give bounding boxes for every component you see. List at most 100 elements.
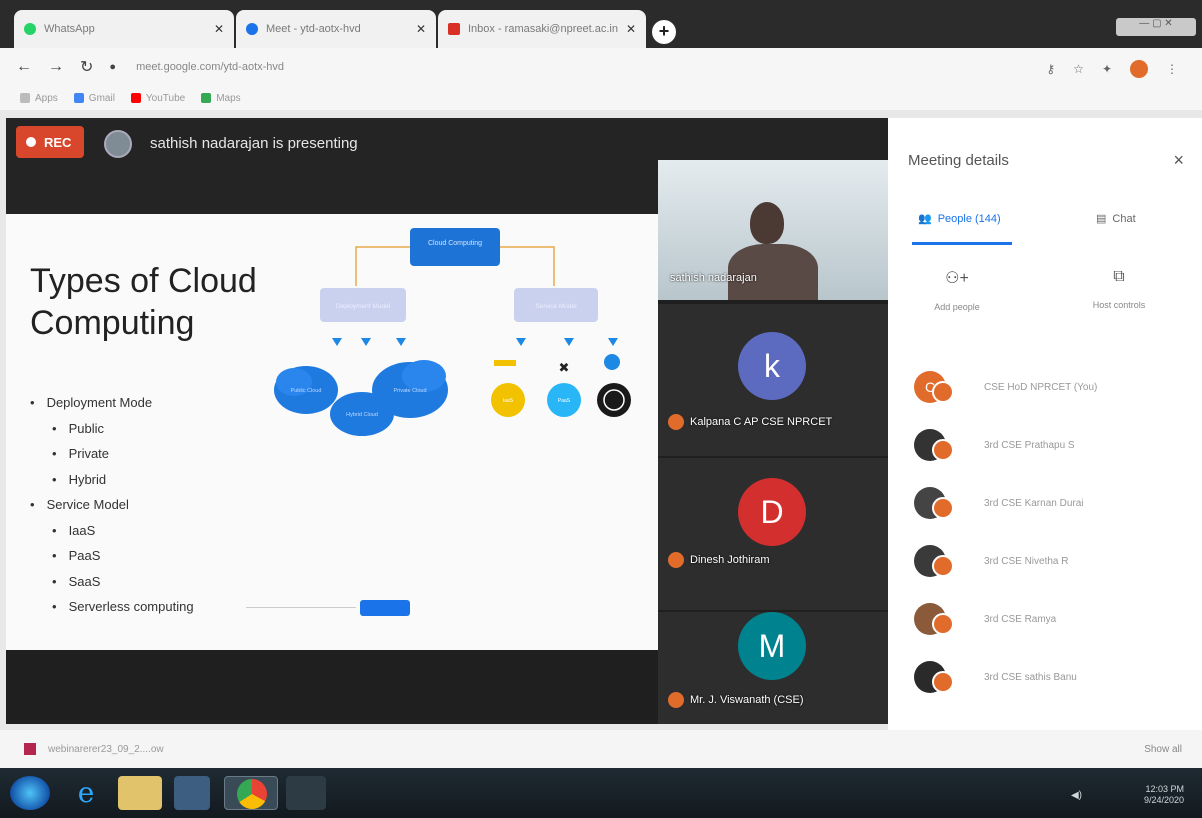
- chrome-icon[interactable]: [224, 776, 278, 810]
- participant-avatar: k: [738, 332, 806, 400]
- mic-off-icon: [932, 613, 954, 635]
- add-people-button[interactable]: ⚇+ Add people: [902, 268, 1012, 312]
- show-all-button[interactable]: Show all: [1144, 744, 1182, 755]
- tab-label: WhatsApp: [44, 23, 95, 35]
- service-label: PaaS: [558, 398, 571, 404]
- saas-icon: [597, 383, 631, 417]
- folder-icon[interactable]: [118, 776, 162, 810]
- host-controls-label: Host controls: [1092, 300, 1146, 310]
- tab-people[interactable]: 👥 People (144): [918, 212, 1001, 226]
- close-icon[interactable]: ✕: [626, 22, 636, 36]
- participant-tile[interactable]: D Dinesh Jothiram: [658, 458, 888, 610]
- service-label: Service Model: [535, 303, 577, 310]
- deployment-label: Deployment Model: [336, 303, 391, 310]
- service-label: IaaS: [503, 398, 514, 404]
- cloud-label: Public Cloud: [291, 388, 322, 394]
- slide-title: Types of Cloud Computing: [30, 262, 257, 342]
- list-item[interactable]: C CSE HoD NPRCET (You): [914, 358, 1202, 416]
- profile-avatar[interactable]: [1130, 60, 1148, 78]
- tab-whatsapp[interactable]: WhatsApp ✕: [14, 10, 234, 48]
- host-controls-button[interactable]: ⧉ Host controls: [1064, 268, 1174, 310]
- bookmark-maps[interactable]: Maps: [201, 93, 241, 104]
- mic-off-icon: [668, 692, 684, 708]
- root-node: [410, 228, 500, 266]
- key-icon[interactable]: ⚷: [1046, 62, 1055, 76]
- internet-explorer-icon[interactable]: e: [64, 776, 108, 810]
- list-item[interactable]: 3rd CSE sathis Banu: [914, 648, 1202, 706]
- panel-actions: ⚇+ Add people ⧉ Host controls: [888, 268, 1202, 338]
- slide-nav-button[interactable]: [360, 600, 410, 616]
- volume-icon[interactable]: ◀): [1071, 790, 1082, 801]
- participant-name: 3rd CSE sathis Banu: [984, 671, 1077, 683]
- bullet-item: Serverless computing: [30, 594, 194, 620]
- arrow-icon: [361, 338, 371, 346]
- tab-gmail[interactable]: Inbox - ramasaki@npreet.ac.in ✕: [438, 10, 646, 48]
- participant-tile[interactable]: M Mr. J. Viswanath (CSE): [658, 612, 888, 724]
- bullet-item: Public: [30, 416, 194, 442]
- close-icon[interactable]: ×: [1173, 150, 1184, 171]
- tab-meet[interactable]: Meet - ytd-aotx-hvd ✕: [236, 10, 436, 48]
- back-icon[interactable]: ←: [16, 58, 32, 76]
- close-icon[interactable]: ✕: [214, 22, 224, 36]
- recording-badge: REC: [16, 126, 84, 158]
- host-controls-icon: ⧉: [1113, 268, 1125, 285]
- window-controls[interactable]: — ▢ ✕: [1116, 18, 1196, 36]
- url-field[interactable]: meet.google.com/ytd-aotx-hvd: [136, 61, 284, 73]
- participant-name: CSE HoD NPRCET (You): [984, 381, 1098, 393]
- bookmark-youtube[interactable]: YouTube: [130, 93, 185, 104]
- presentation-slide: Types of Cloud Computing Deployment Mode…: [6, 214, 658, 650]
- app-icon[interactable]: [286, 776, 326, 810]
- tab-chat[interactable]: ▤ Chat: [1096, 212, 1136, 226]
- meeting-details-panel: Meeting details × 👥 People (144) ▤ Chat …: [888, 118, 1202, 730]
- google-icon: [73, 93, 84, 103]
- meet-stage: REC sathish nadarajan is presenting Type…: [6, 118, 888, 724]
- system-clock[interactable]: 12:03 PM 9/24/2020: [1144, 784, 1184, 806]
- participant-video-tile[interactable]: sathish nadarajan: [658, 160, 888, 300]
- participant-name: 3rd CSE Ramya: [984, 613, 1057, 625]
- bookmark-gmail[interactable]: Gmail: [73, 93, 115, 104]
- meet-icon: [246, 23, 258, 35]
- slide-progress: [246, 600, 436, 616]
- browser-tabbar: WhatsApp ✕ Meet - ytd-aotx-hvd ✕ Inbox -…: [0, 0, 1202, 48]
- list-item[interactable]: 3rd CSE Nivetha R: [914, 532, 1202, 590]
- connector: [500, 246, 555, 286]
- media-player-icon[interactable]: [174, 776, 210, 810]
- bookmark-apps[interactable]: Apps: [20, 93, 58, 104]
- avatar: C: [914, 371, 954, 403]
- bullet-item: Deployment Mode: [30, 390, 194, 416]
- download-filename[interactable]: webinarerer23_09_2....ow: [48, 744, 164, 755]
- lock-icon: ●: [109, 61, 117, 73]
- forward-icon[interactable]: →: [48, 58, 64, 76]
- active-tab-indicator: [912, 242, 1012, 245]
- reload-icon[interactable]: ↻: [80, 57, 93, 77]
- panel-tabs: 👥 People (144) ▤ Chat: [888, 204, 1202, 245]
- bullet-item: Hybrid: [30, 467, 194, 493]
- new-tab-button[interactable]: +: [652, 20, 676, 44]
- menu-icon[interactable]: ⋮: [1166, 62, 1178, 76]
- bullet-item: PaaS: [30, 543, 194, 569]
- participant-name-text: Mr. J. Viswanath (CSE): [690, 694, 804, 706]
- list-item[interactable]: 3rd CSE Karnan Durai: [914, 474, 1202, 532]
- rec-label: REC: [44, 134, 72, 150]
- participant-tile[interactable]: k Kalpana C AP CSE NPRCET: [658, 304, 888, 456]
- list-item[interactable]: 3rd CSE Prathapu S: [914, 416, 1202, 474]
- mic-off-icon: [932, 497, 954, 519]
- mic-off-icon: [932, 439, 954, 461]
- youtube-icon: [130, 93, 141, 103]
- extension-icon[interactable]: ✦: [1102, 62, 1112, 76]
- close-icon[interactable]: ✕: [416, 22, 426, 36]
- star-icon[interactable]: ☆: [1073, 62, 1084, 76]
- clock-date: 9/24/2020: [1143, 795, 1184, 805]
- participant-head: [750, 202, 784, 244]
- tab-chat-label: Chat: [1112, 212, 1136, 225]
- arrow-icon: [332, 338, 342, 346]
- bullet-item: Service Model: [30, 492, 194, 518]
- screen: WhatsApp ✕ Meet - ytd-aotx-hvd ✕ Inbox -…: [0, 0, 1202, 818]
- slide-track: [246, 607, 356, 608]
- start-button-icon[interactable]: [10, 776, 50, 810]
- file-icon: [24, 743, 36, 755]
- participant-name: Dinesh Jothiram: [668, 552, 769, 568]
- list-item[interactable]: 3rd CSE Ramya: [914, 590, 1202, 648]
- people-list: C CSE HoD NPRCET (You) 3rd CSE Prathapu …: [914, 358, 1202, 706]
- apps-icon: [20, 93, 30, 103]
